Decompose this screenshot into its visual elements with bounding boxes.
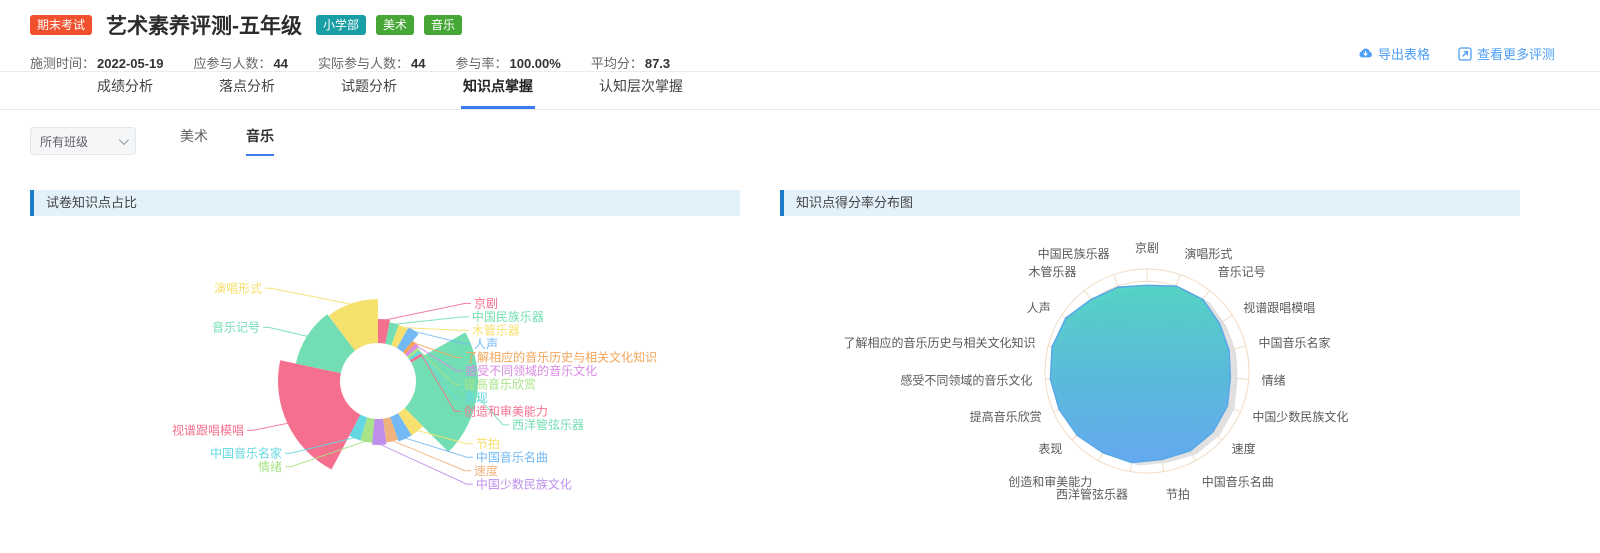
tab-score-analysis[interactable]: 成绩分析: [95, 68, 155, 109]
cloud-download-icon: [1358, 47, 1373, 60]
class-filter-select[interactable]: 所有班级: [30, 127, 136, 155]
radar-series-polygon: [1050, 285, 1230, 462]
radar-axis-label: 中国民族乐器: [1038, 246, 1110, 261]
rose-slice-label: 人声: [474, 337, 498, 351]
rose-slice-label: 京剧: [474, 296, 498, 310]
radar-axis-label: 中国音乐名家: [1258, 335, 1330, 350]
radar-axis-label: 中国音乐名曲: [1202, 474, 1274, 489]
subject-tab-art[interactable]: 美术: [180, 126, 208, 156]
rose-slice-label: 节拍: [476, 436, 500, 451]
left-section-title: 试卷知识点占比: [30, 190, 740, 216]
external-link-icon: [1458, 47, 1472, 61]
exam-type-badge: 期末考试: [30, 15, 92, 35]
score-rate-distribution-panel: 知识点得分率分布图 京剧 演唱形式音乐记号视谱跟唱模唱中国音乐名家情绪中国少数民族…: [780, 190, 1520, 548]
rose-slice-label: 中国音乐名曲: [476, 449, 548, 464]
page-header: 期末考试 艺术素养评测-五年级 小学部 美术 音乐 施测时间：2022-05-1…: [0, 0, 1600, 72]
rose-slice-label: 中国音乐名家: [210, 445, 282, 460]
rose-slice-label: 演唱形式: [214, 280, 262, 295]
subject-badge-music: 音乐: [424, 15, 462, 35]
radar-axis-label: 情绪: [1262, 373, 1286, 387]
rose-slice-label: 感受不同领域的音乐文化: [465, 363, 597, 378]
view-more-evaluations-link[interactable]: 查看更多评测: [1458, 44, 1555, 63]
rose-slice-label: 提高音乐欣赏: [464, 376, 536, 391]
radar-axis-label: 京剧: [1135, 241, 1159, 255]
tab-question-analysis[interactable]: 试题分析: [339, 68, 399, 109]
radar-axis-label: 速度: [1232, 441, 1256, 456]
radar-axis-label: 感受不同领域的音乐文化: [900, 372, 1032, 387]
tab-knowledge-point-mastery[interactable]: 知识点掌握: [461, 68, 535, 109]
rose-slice-label: 西洋管弦乐器: [512, 417, 584, 432]
stat-average-score: 平均分：87.3: [591, 53, 670, 72]
export-table-button[interactable]: 导出表格: [1358, 44, 1430, 63]
rose-slice-label: 了解相应的音乐历史与相关文化知识: [465, 349, 657, 364]
radar-axis-label: 演唱形式: [1184, 246, 1232, 261]
subject-badge-art: 美术: [376, 15, 414, 35]
stats-row: 施测时间：2022-05-19 应参与人数：44 实际参与人数：44 参与率：1…: [30, 53, 1570, 72]
rose-slice-label: 音乐记号: [212, 319, 260, 334]
page-title: 艺术素养评测-五年级: [106, 10, 302, 40]
chevron-down-icon: [119, 135, 129, 145]
rose-slice-label: 木管乐器: [472, 322, 520, 337]
radar-axis-label: 创造和审美能力: [1008, 474, 1092, 489]
radar-axis-label: 表现: [1038, 442, 1062, 456]
radar-axis-label: 人声: [1027, 301, 1051, 315]
rose-chart: 京剧中国民族乐器木管乐器人声了解相应的音乐历史与相关文化知识感受不同领域的音乐文…: [30, 216, 740, 548]
radar-axis-label: 视谱跟唱模唱: [1243, 300, 1315, 315]
rose-slice-label: 创造和审美能力: [464, 403, 548, 418]
rose-slice-label: 中国少数民族文化: [476, 476, 572, 491]
tab-cognitive-level-mastery[interactable]: 认知层次掌握: [597, 68, 685, 109]
radar-chart: 京剧 演唱形式音乐记号视谱跟唱模唱中国音乐名家情绪中国少数民族文化速度中国音乐名曲…: [780, 216, 1520, 548]
radar-axis-label: 提高音乐欣赏: [970, 409, 1042, 424]
subject-tabs: 美术 音乐: [180, 126, 274, 156]
stat-test-date: 施测时间：2022-05-19: [30, 53, 164, 72]
radar-axis-label: 中国少数民族文化: [1252, 409, 1348, 424]
stat-actual-participants: 实际参与人数：44: [318, 53, 425, 72]
tab-placement-analysis[interactable]: 落点分析: [217, 68, 277, 109]
right-section-title: 知识点得分率分布图: [780, 190, 1520, 216]
radar-axis-label: 节拍: [1166, 486, 1190, 501]
radar-axis-label: 音乐记号: [1218, 264, 1266, 279]
rose-slice-label: 视谱跟唱模唱: [172, 422, 244, 437]
radar-axis-label: 了解相应的音乐历史与相关文化知识: [844, 335, 1036, 350]
rose-slice-label: 速度: [474, 463, 498, 478]
subject-tab-music[interactable]: 音乐: [246, 126, 274, 156]
knowledge-point-proportion-panel: 试卷知识点占比 京剧中国民族乐器木管乐器人声了解相应的音乐历史与相关文化知识感受…: [30, 190, 740, 548]
stat-participation-rate: 参与率：100.00%: [455, 53, 560, 72]
analysis-tabs: 成绩分析 落点分析 试题分析 知识点掌握 认知层次掌握: [0, 72, 1600, 110]
stat-expected-participants: 应参与人数：44: [194, 53, 288, 72]
department-badge: 小学部: [316, 15, 366, 35]
rose-slice-label: 表现: [464, 391, 488, 405]
radar-axis-label: 木管乐器: [1028, 264, 1076, 279]
rose-slice-label: 情绪: [258, 460, 282, 474]
rose-slice-label: 中国民族乐器: [472, 309, 544, 324]
